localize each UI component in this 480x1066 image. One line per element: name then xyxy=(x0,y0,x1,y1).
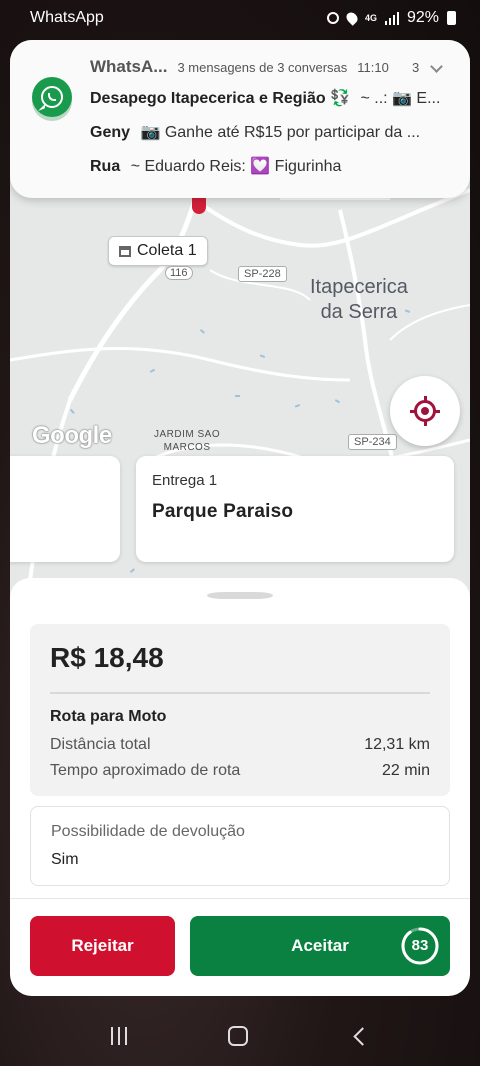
time-label: Tempo aproximado de rota xyxy=(50,762,241,779)
app-window: Coleta 1 116 SP-228 SP-234 Itapecerica d… xyxy=(10,40,470,996)
time-row: Tempo aproximado de rota 22 min xyxy=(50,762,430,780)
district-label: JARDIM SAO MARCOS xyxy=(154,428,220,454)
distance-label: Distância total xyxy=(50,736,151,753)
whatsapp-notification[interactable]: WhatsA... 3 mensagens de 3 conversas 11:… xyxy=(10,40,470,198)
time-value: 22 min xyxy=(381,762,430,779)
city-label-line2: da Serra xyxy=(320,301,398,323)
road-tag-116: 116 xyxy=(165,266,193,280)
crosshair-icon xyxy=(410,396,440,426)
notification-sender: Desapego Itapecerica e Região 💱 xyxy=(90,90,351,107)
status-app-label: WhatsApp xyxy=(30,9,104,26)
reject-button[interactable]: Rejeitar xyxy=(30,916,175,976)
price-divider xyxy=(50,692,430,694)
notification-sender: Rua xyxy=(90,158,121,175)
store-icon xyxy=(119,245,131,257)
expand-chevron-icon[interactable] xyxy=(430,60,443,73)
notification-text: ~ Eduardo Reis: 💟 Figurinha xyxy=(130,158,342,175)
recents-icon[interactable] xyxy=(110,1027,127,1045)
pickup-chip-label: Coleta 1 xyxy=(137,242,197,259)
stop-card-place: Parque Paraiso xyxy=(152,501,294,522)
notification-time: 11:10 xyxy=(357,59,389,75)
notification-message: Desapego Itapecerica e Região 💱 ~ ..: 📷 … xyxy=(90,88,440,108)
route-title: Rota para Moto xyxy=(50,708,167,725)
signal-icon xyxy=(384,11,399,25)
notification-header: WhatsA... 3 mensagens de 3 conversas 11:… xyxy=(90,57,389,77)
notification-app: WhatsA... xyxy=(90,57,168,76)
network-type: 4G xyxy=(364,12,377,23)
road-tag-sp234: SP-234 xyxy=(348,434,397,450)
home-icon[interactable] xyxy=(228,1026,249,1046)
district-label-line2: MARCOS xyxy=(163,442,211,453)
distance-row: Distância total 12,31 km xyxy=(50,736,430,754)
notification-summary: 3 mensagens de 3 conversas xyxy=(177,59,348,75)
city-label: Itapecerica da Serra xyxy=(310,275,408,325)
countdown-timer: 83 xyxy=(400,926,440,966)
return-value: Sim xyxy=(51,851,79,868)
accept-button-label: Aceitar xyxy=(291,936,349,955)
distance-value: 12,31 km xyxy=(364,736,430,753)
stop-card-previous[interactable] xyxy=(10,456,120,562)
offer-sheet: R$ 18,48 Rota para Moto Distância total … xyxy=(10,578,470,996)
location-icon xyxy=(344,10,360,26)
whatsapp-icon xyxy=(32,77,72,117)
recenter-button[interactable] xyxy=(390,376,460,446)
accept-button[interactable]: Aceitar 83 xyxy=(190,916,450,976)
return-label: Possibilidade de devolução xyxy=(51,823,245,840)
offer-price: R$ 18,48 xyxy=(50,642,164,673)
sheet-divider xyxy=(10,898,470,899)
stop-card-kicker: Entrega 1 xyxy=(152,472,218,489)
status-bar: WhatsApp 4G 92% xyxy=(0,0,480,36)
notification-count: 3 xyxy=(412,60,420,75)
battery-percent: 92% xyxy=(406,9,439,26)
navigation-bar xyxy=(0,1006,480,1066)
notification-text: 📷 Ganhe até R$15 por participar da ... xyxy=(140,124,421,141)
pickup-chip[interactable]: Coleta 1 xyxy=(108,236,208,266)
countdown-value: 83 xyxy=(411,937,429,954)
reject-button-label: Rejeitar xyxy=(71,936,134,955)
sheet-grab-handle[interactable] xyxy=(207,592,273,599)
notification-message: Rua ~ Eduardo Reis: 💟 Figurinha xyxy=(90,156,341,176)
alarm-icon xyxy=(326,12,339,24)
return-info: Possibilidade de devolução Sim xyxy=(30,806,450,886)
back-icon[interactable] xyxy=(353,1026,372,1046)
notification-message: Geny 📷 Ganhe até R$15 por participar da … xyxy=(90,122,420,142)
notification-text: ~ ..: 📷 E... xyxy=(360,90,441,107)
google-logo: Google xyxy=(32,422,112,449)
road-tag-sp228: SP-228 xyxy=(238,266,287,282)
district-label-line1: JARDIM SAO xyxy=(154,429,221,440)
city-label-line1: Itapecerica xyxy=(310,276,408,298)
status-icons: 4G 92% xyxy=(326,9,456,27)
stop-card-delivery[interactable]: Entrega 1 Parque Paraiso xyxy=(136,456,454,562)
battery-icon xyxy=(447,11,456,25)
offer-summary: R$ 18,48 Rota para Moto Distância total … xyxy=(30,624,450,796)
notification-sender: Geny xyxy=(90,124,131,141)
